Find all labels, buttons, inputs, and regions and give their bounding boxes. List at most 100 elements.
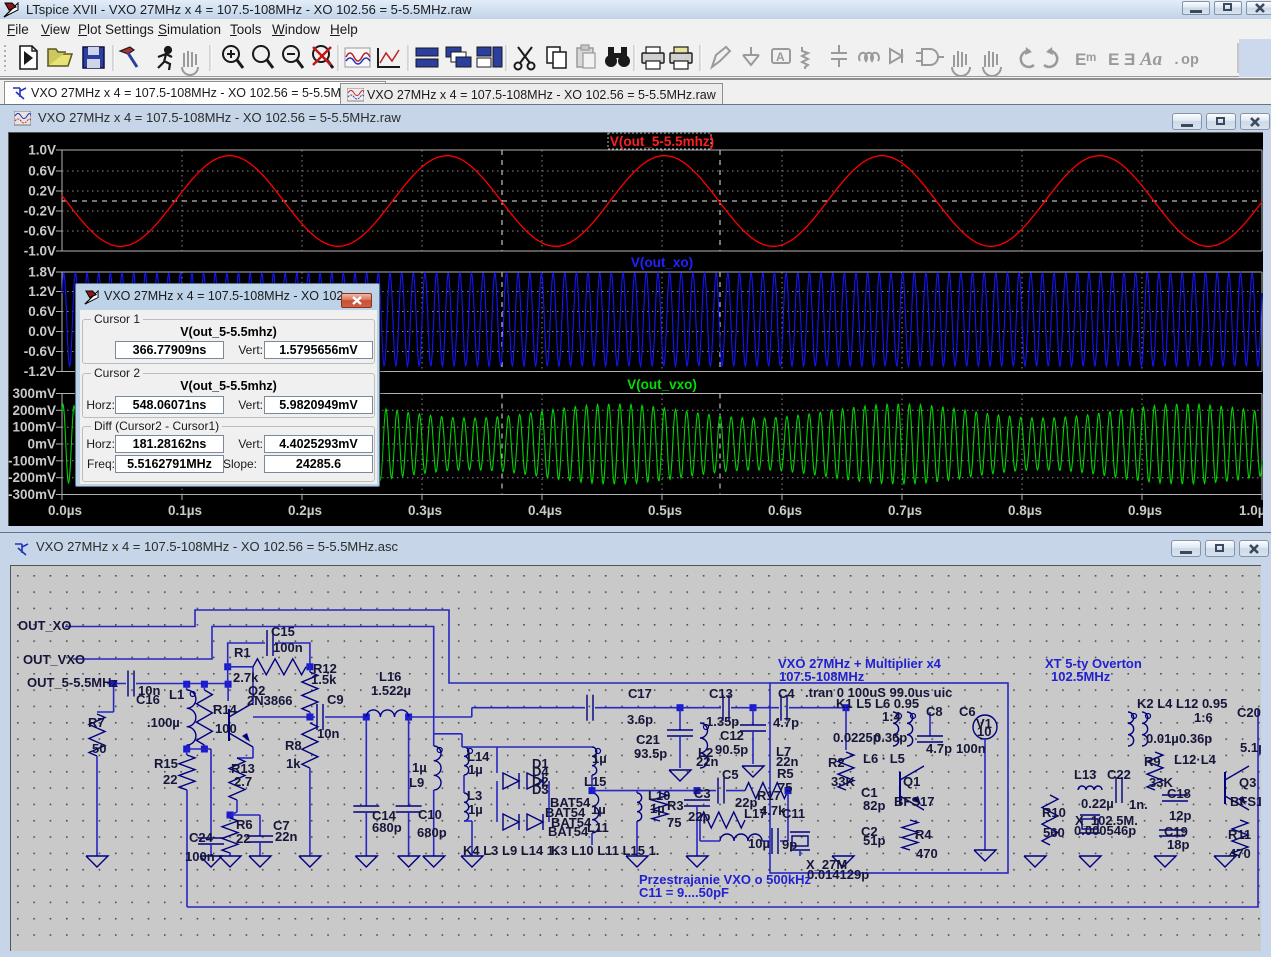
svg-text:C15: C15 — [271, 624, 295, 639]
svg-text:R8: R8 — [285, 738, 302, 753]
svg-text:1:6: 1:6 — [1194, 710, 1213, 725]
svg-text:300mV: 300mV — [12, 386, 56, 401]
svg-text:OUT_XO: OUT_XO — [18, 618, 71, 633]
svg-text:L9: L9 — [409, 775, 424, 790]
svg-text:K3 L10 L11 L15 1.: K3 L10 L11 L15 1. — [551, 843, 659, 858]
svg-text:C20: C20 — [1237, 705, 1261, 720]
svg-text:93.5p: 93.5p — [634, 746, 667, 761]
svg-text:OUT_5-5.5MHz: OUT_5-5.5MHz — [27, 675, 119, 690]
svg-text:-0.2V: -0.2V — [24, 204, 56, 219]
svg-text:D3: D3 — [532, 782, 549, 797]
svg-text:C12: C12 — [720, 728, 744, 743]
svg-text:107.5-108MHz: 107.5-108MHz — [779, 669, 865, 684]
svg-text:22: 22 — [236, 831, 250, 846]
svg-text:C22: C22 — [1107, 767, 1131, 782]
svg-text:1µ: 1µ — [592, 751, 607, 766]
svg-text:680p: 680p — [372, 820, 402, 835]
svg-text:Eᵐ: Eᵐ — [1075, 50, 1096, 69]
svg-text:0.0µs: 0.0µs — [48, 503, 82, 518]
svg-text:0.6V: 0.6V — [28, 304, 56, 319]
svg-text:R5: R5 — [777, 766, 794, 781]
svg-text:0.5µs: 0.5µs — [648, 503, 682, 518]
svg-text:22n: 22n — [275, 829, 297, 844]
svg-text:R17: R17 — [757, 788, 781, 803]
svg-text:0.7µs: 0.7µs — [888, 503, 922, 518]
svg-text:-0.6V: -0.6V — [24, 344, 56, 359]
svg-text:-1.0V: -1.0V — [24, 244, 56, 259]
svg-text:0.2µs: 0.2µs — [288, 503, 322, 518]
svg-text:0mV: 0mV — [27, 437, 56, 452]
svg-text:L12·L4: L12·L4 — [1174, 752, 1217, 767]
svg-text:0.0V: 0.0V — [28, 324, 56, 339]
svg-text:33K: 33K — [831, 774, 855, 789]
svg-text:-1.2V: -1.2V — [24, 364, 56, 379]
svg-text:1µ: 1µ — [591, 802, 606, 817]
svg-text:A: A — [776, 50, 785, 64]
svg-text:100n: 100n — [185, 849, 215, 864]
svg-text:200mV: 200mV — [12, 403, 56, 418]
svg-text:C5: C5 — [722, 767, 739, 782]
svg-text:L13: L13 — [1074, 767, 1096, 782]
svg-text:1k: 1k — [286, 756, 301, 771]
svg-text:R15: R15 — [154, 756, 178, 771]
svg-text:0.01µ: 0.01µ — [1146, 731, 1179, 746]
svg-text:680p: 680p — [417, 825, 447, 840]
svg-text:.tran 0 100uS 99.0us uic: .tran 0 100uS 99.0us uic — [805, 685, 952, 700]
svg-text:1µ: 1µ — [468, 762, 483, 777]
svg-text:51p: 51p — [863, 833, 885, 848]
svg-text:-100mV: -100mV — [8, 453, 56, 468]
svg-text:C17: C17 — [628, 686, 652, 701]
svg-text:0.6V: 0.6V — [28, 164, 56, 179]
svg-text:BFS17: BFS17 — [1230, 794, 1261, 809]
svg-text:C4: C4 — [778, 686, 795, 701]
svg-text:1.522µ: 1.522µ — [371, 683, 411, 698]
svg-text:0.000546p: 0.000546p — [1074, 823, 1136, 838]
svg-text:C11: C11 — [782, 806, 805, 821]
svg-text:0.9µs: 0.9µs — [1128, 503, 1162, 518]
svg-text:100: 100 — [215, 721, 237, 736]
svg-text:0.6µs: 0.6µs — [768, 503, 802, 518]
svg-text:3.6p: 3.6p — [627, 712, 653, 727]
svg-text:V(out_5-5.5mhz): V(out_5-5.5mhz) — [610, 134, 714, 149]
svg-text:1.2V: 1.2V — [28, 284, 56, 299]
svg-text:2N3866: 2N3866 — [247, 693, 293, 708]
svg-text:0.8µs: 0.8µs — [1008, 503, 1042, 518]
svg-text:Q1: Q1 — [903, 774, 920, 789]
svg-text:R10: R10 — [1042, 805, 1066, 820]
svg-text:L11: L11 — [587, 820, 609, 835]
svg-text:R11: R11 — [1228, 827, 1251, 842]
svg-text:470: 470 — [1229, 846, 1251, 861]
svg-text:1.5k: 1.5k — [311, 672, 337, 687]
svg-text:18p: 18p — [1167, 837, 1189, 852]
svg-text:-0.6V: -0.6V — [24, 224, 56, 239]
svg-text:C10: C10 — [418, 807, 442, 822]
svg-text:1µ: 1µ — [412, 760, 427, 775]
svg-text:50: 50 — [92, 741, 106, 756]
svg-text:C18: C18 — [1167, 786, 1191, 801]
svg-text:V(out_xo): V(out_xo) — [631, 255, 693, 270]
svg-text:1µ: 1µ — [650, 801, 665, 816]
svg-text:C13: C13 — [709, 686, 733, 701]
svg-text:.100µ: .100µ — [147, 715, 180, 730]
svg-text:-300mV: -300mV — [8, 487, 56, 502]
svg-text:K4 L3 L9 L14 1.: K4 L3 L9 L14 1. — [463, 843, 558, 858]
svg-text:4.7p: 4.7p — [926, 741, 952, 756]
svg-text:100n: 100n — [956, 741, 986, 756]
svg-text:0.014129p: 0.014129p — [807, 867, 869, 882]
svg-text:V(out_vxo): V(out_vxo) — [627, 377, 697, 392]
svg-text:L16: L16 — [379, 669, 401, 684]
svg-text:R7: R7 — [88, 715, 105, 730]
svg-text:10µ: 10µ — [748, 836, 770, 851]
svg-text:1µ: 1µ — [468, 802, 483, 817]
svg-text:L6 · L5: L6 · L5 — [863, 751, 905, 766]
svg-text:L15: L15 — [584, 774, 606, 789]
svg-text:.op: .op — [1172, 52, 1199, 69]
svg-text:C8: C8 — [926, 704, 943, 719]
svg-text:R1: R1 — [234, 645, 251, 660]
svg-text:4.7p: 4.7p — [773, 715, 799, 730]
svg-text:10: 10 — [977, 724, 991, 739]
svg-text:C6: C6 — [959, 704, 976, 719]
svg-text:0.1µs: 0.1µs — [168, 503, 202, 518]
svg-text:9p: 9p — [782, 837, 797, 852]
svg-text:BAT54: BAT54 — [548, 824, 589, 839]
